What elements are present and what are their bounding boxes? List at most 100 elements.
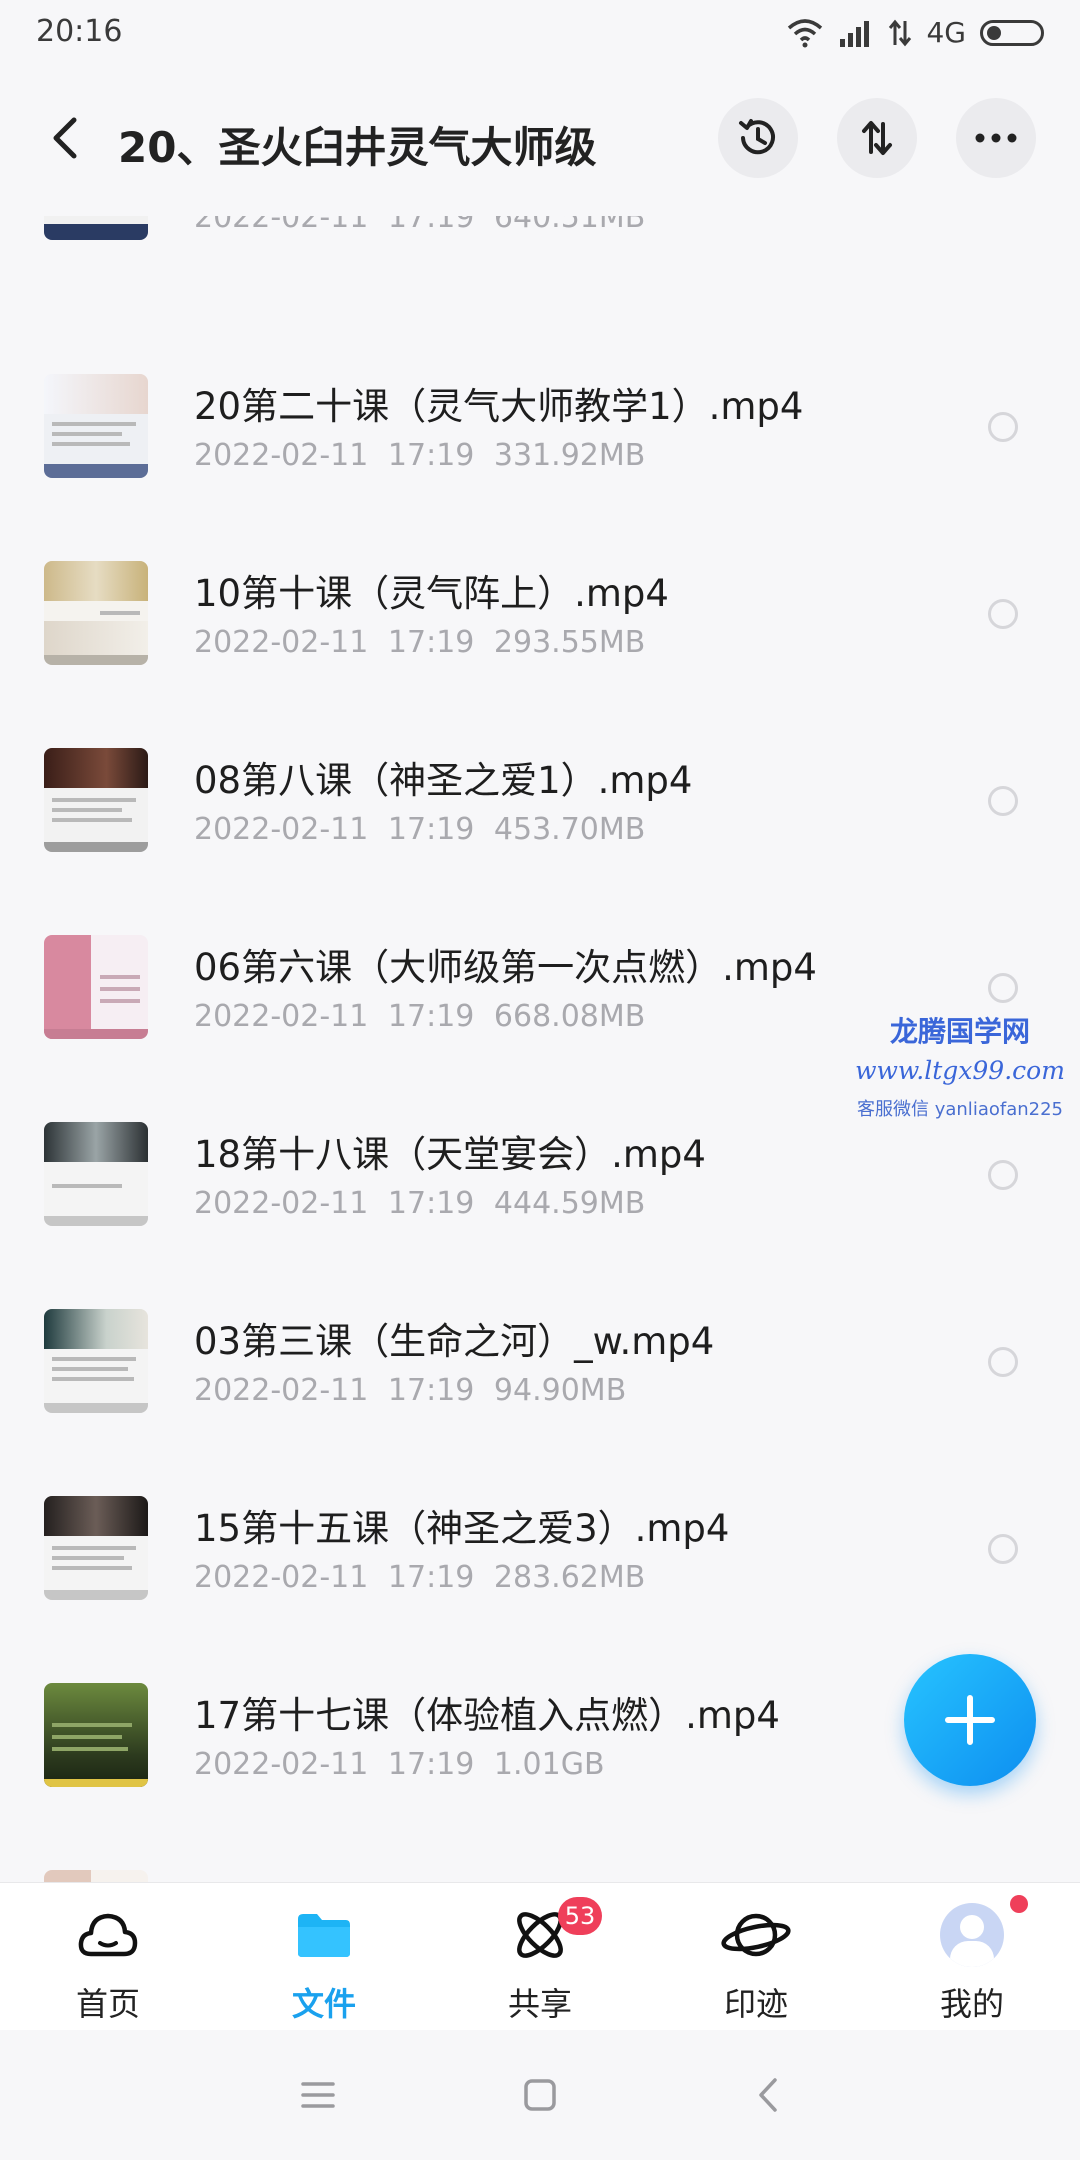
- file-name: 03第三课（生命之河）_w.mp4: [194, 1320, 715, 1363]
- file-date: 2022-02-11: [194, 1373, 369, 1408]
- menu-button[interactable]: [288, 2070, 348, 2120]
- video-thumbnail: [44, 561, 148, 665]
- file-name: 15第十五课（神圣之爱3）.mp4: [194, 1507, 730, 1550]
- file-meta: 2022-02-11 17:19 668.08MB: [194, 999, 645, 1034]
- system-back-button[interactable]: [738, 2070, 798, 2120]
- home-cloud-icon: [73, 1903, 143, 1967]
- file-time: 17:19: [387, 1373, 475, 1408]
- select-radio[interactable]: [988, 1347, 1018, 1377]
- file-date: 2022-02-11: [194, 1747, 369, 1782]
- system-nav-bar: [0, 2030, 1080, 2160]
- file-item[interactable]: 20第二十课（灵气大师教学1）.mp4 2022-02-11 17:19 331…: [0, 348, 1080, 535]
- sort-icon: [862, 121, 892, 155]
- file-meta: 2022-02-11 17:19 94.90MB: [194, 1373, 626, 1408]
- select-radio[interactable]: [988, 973, 1018, 1003]
- file-time: 17:19: [387, 812, 475, 847]
- select-radio[interactable]: [988, 1534, 1018, 1564]
- select-radio[interactable]: [988, 786, 1018, 816]
- file-size: 640.51MB: [493, 216, 646, 235]
- plus-icon: [945, 1695, 995, 1745]
- select-radio[interactable]: [988, 412, 1018, 442]
- menu-icon: [301, 2082, 335, 2108]
- file-item[interactable]: 19第十九课（灵气1、2教学）.mp4: [0, 1844, 1080, 1882]
- watermark-title: 龙腾国学网: [889, 1015, 1030, 1048]
- file-size: 283.62MB: [493, 1560, 646, 1595]
- video-thumbnail: [44, 1870, 148, 1882]
- file-name: 18第十八课（天堂宴会）.mp4: [194, 1133, 706, 1176]
- file-meta: 2022-02-11 17:19 331.92MB: [194, 438, 645, 473]
- back-chevron-icon: [759, 2078, 777, 2112]
- video-thumbnail: [44, 1309, 148, 1413]
- select-radio[interactable]: [988, 599, 1018, 629]
- video-thumbnail: [44, 1122, 148, 1226]
- network-type: 4G: [926, 16, 966, 49]
- file-date: 2022-02-11: [194, 216, 369, 235]
- file-time: 17:19: [387, 625, 475, 660]
- nav-label: 我的: [939, 1985, 1004, 2023]
- file-size: 94.90MB: [493, 1373, 627, 1408]
- nav-share[interactable]: 53 共享: [432, 1883, 648, 2031]
- file-date: 2022-02-11: [194, 812, 369, 847]
- back-button[interactable]: [40, 110, 90, 166]
- sort-button[interactable]: [837, 98, 917, 178]
- file-item[interactable]: 18第十八课（天堂宴会）.mp4 2022-02-11 17:19 444.59…: [0, 1096, 1080, 1283]
- page-title: 20、圣火臼井灵气大师级: [118, 123, 597, 172]
- file-date: 2022-02-11: [194, 1560, 369, 1595]
- history-button[interactable]: [718, 98, 798, 178]
- nav-me[interactable]: 我的: [864, 1883, 1080, 2031]
- file-date: 2022-02-11: [194, 1186, 369, 1221]
- file-name: 20第二十课（灵气大师教学1）.mp4: [194, 385, 804, 428]
- bottom-nav: 首页 文件 53 共享 印迹 我的: [0, 1882, 1080, 2030]
- file-meta: 2022-02-11 17:19 453.70MB: [194, 812, 645, 847]
- nav-files[interactable]: 文件: [216, 1883, 432, 2031]
- file-item[interactable]: 08第八课（神圣之爱1）.mp4 2022-02-11 17:19 453.70…: [0, 722, 1080, 909]
- file-time: 17:19: [387, 438, 475, 473]
- file-item[interactable]: 10第十课（灵气阵上）.mp4 2022-02-11 17:19 293.55M…: [0, 535, 1080, 722]
- video-thumbnail: [44, 748, 148, 852]
- home-button[interactable]: [510, 2070, 570, 2120]
- nav-label: 文件: [291, 1985, 356, 2023]
- avatar: [940, 1903, 1004, 1967]
- header: 20、圣火臼井灵气大师级: [0, 66, 1080, 216]
- video-thumbnail: [44, 935, 148, 1039]
- nav-traces[interactable]: 印迹: [648, 1883, 864, 2031]
- more-icon: [975, 133, 1017, 143]
- watermark: 龙腾国学网 www.ltgx99.com 客服微信 yanliaofan225: [845, 1010, 1075, 1121]
- file-date: 2022-02-11: [194, 438, 369, 473]
- file-name: 08第八课（神圣之爱1）.mp4: [194, 759, 693, 802]
- file-meta: 2022-02-11 17:19 1.01GB: [194, 1747, 605, 1782]
- file-item[interactable]: 03第三课（生命之河）_w.mp4 2022-02-11 17:19 94.90…: [0, 1283, 1080, 1470]
- file-item[interactable]: 15第十五课（神圣之爱3）.mp4 2022-02-11 17:19 283.6…: [0, 1470, 1080, 1657]
- file-time: 17:19: [387, 216, 475, 235]
- watermark-url: www.ltgx99.com: [855, 1056, 1065, 1085]
- file-time: 17:19: [387, 1560, 475, 1595]
- file-date: 2022-02-11: [194, 625, 369, 660]
- file-time: 17:19: [387, 1186, 475, 1221]
- file-size: 668.08MB: [493, 999, 646, 1034]
- battery-icon: [980, 19, 1044, 46]
- file-name: 06第六课（大师级第一次点燃）.mp4: [194, 946, 817, 989]
- file-time: 17:19: [387, 1747, 475, 1782]
- data-transfer-icon: [889, 19, 912, 46]
- file-name: 10第十课（灵气阵上）.mp4: [194, 572, 669, 615]
- nav-home[interactable]: 首页: [0, 1883, 216, 2031]
- file-meta: 2022-02-11 17:19 293.55MB: [194, 625, 645, 660]
- add-button[interactable]: [904, 1654, 1036, 1786]
- file-size: 331.92MB: [493, 438, 646, 473]
- avatar-icon: [937, 1903, 1007, 1967]
- more-button[interactable]: [956, 98, 1036, 178]
- file-name: 17第十七课（体验植入点燃）.mp4: [194, 1694, 780, 1737]
- planet-icon: [721, 1903, 791, 1967]
- back-arrow-icon: [53, 117, 77, 159]
- video-thumbnail: [44, 216, 148, 240]
- wifi-icon: [788, 18, 823, 47]
- file-size: 444.59MB: [493, 1186, 646, 1221]
- nav-label: 印迹: [723, 1985, 788, 2023]
- status-time: 20:16: [36, 14, 123, 49]
- video-thumbnail: [44, 1496, 148, 1600]
- file-name: 19第十九课（灵气1、2教学）.mp4: [194, 1872, 790, 1882]
- select-radio[interactable]: [988, 1160, 1018, 1190]
- file-item[interactable]: 2022-02-11 17:19 640.51MB: [0, 216, 1080, 297]
- file-date: 2022-02-11: [194, 999, 369, 1034]
- status-bar: 20:16 4G: [0, 0, 1080, 66]
